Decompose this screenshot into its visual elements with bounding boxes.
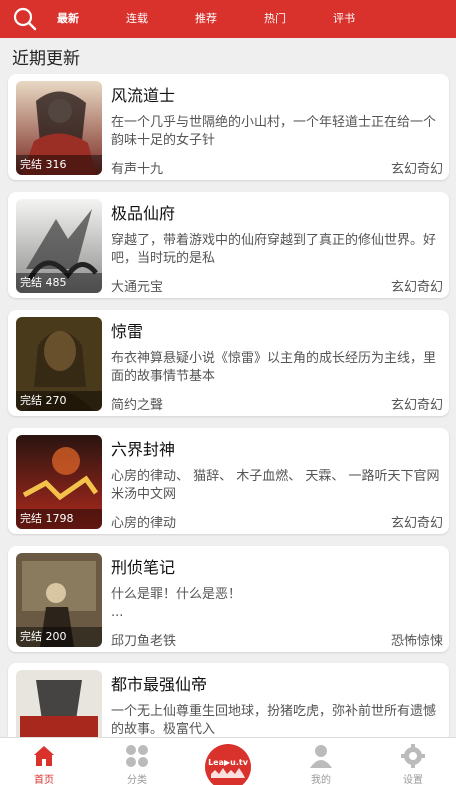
category-icon	[126, 745, 148, 767]
book-card[interactable]: 完结 1798 六界封神 心房的律动、 猫辞、 木子血燃、 天霖、 一路听天下官…	[8, 428, 449, 534]
book-cover[interactable]: 完结 316	[16, 81, 102, 175]
book-title: 惊雷	[111, 322, 144, 341]
tab-storytelling[interactable]: 评书	[333, 0, 355, 38]
nav-label: 分类	[127, 775, 147, 785]
book-title: 刑侦笔记	[111, 558, 176, 577]
top-navigation-bar: 最新 连载 推荐 热门 评书	[0, 0, 456, 38]
nav-label: 我的	[311, 775, 331, 785]
book-author: 心房的律动	[111, 516, 177, 531]
book-cover[interactable]: 完结 485	[16, 199, 102, 293]
book-genre: 恐怖惊悚	[390, 634, 443, 649]
book-card[interactable]: 完结 316 风流道士 在一个几乎与世隔绝的小山村，一个年轻道士正在给一个韵味十…	[8, 74, 449, 180]
search-icon[interactable]	[12, 6, 38, 32]
section-title: 近期更新	[12, 49, 80, 69]
book-title: 风流道士	[111, 86, 176, 105]
play-button-text: Lea▶u.tv	[208, 758, 248, 767]
book-genre: 玄幻奇幻	[390, 516, 443, 531]
book-description: 一个无上仙尊重生回地球，扮猪吃虎，弥补前世所有遗憾的故事。极富代入	[111, 704, 437, 737]
book-author: 简约之聲	[111, 398, 164, 413]
book-title: 极品仙府	[111, 204, 176, 223]
book-author: 大通元宝	[111, 280, 164, 295]
tab-hot[interactable]: 热门	[264, 0, 286, 38]
book-title: 都市最强仙帝	[111, 675, 208, 694]
tab-recommended[interactable]: 推荐	[195, 0, 217, 38]
book-description: 布衣神算悬疑小说《惊雷》以主角的成长经历为主线，里面的故事情节基本	[111, 351, 437, 384]
tab-serial[interactable]: 连载	[126, 0, 148, 38]
book-status: 完结 200	[16, 627, 102, 647]
nav-label: 首页	[34, 775, 54, 785]
book-genre: 玄幻奇幻	[390, 398, 443, 413]
nav-home[interactable]: 首页	[14, 738, 74, 785]
book-status: 完结 1798	[16, 509, 102, 529]
book-cover[interactable]: 完结 200	[16, 553, 102, 647]
book-status: 完结 316	[16, 155, 102, 175]
book-card[interactable]: 完结 270 惊雷 布衣神算悬疑小说《惊雷》以主角的成长经历为主线，里面的故事情…	[8, 310, 449, 416]
book-description: 心房的律动、 猫辞、 木子血燃、 天霖、 一路听天下官网米汤中文网	[111, 469, 440, 502]
nav-category[interactable]: 分类	[107, 738, 167, 785]
book-description: 什么是罪！什么是恶！ ...	[111, 587, 242, 620]
book-status: 完结 270	[16, 391, 102, 411]
book-cover[interactable]: 完结 270	[16, 317, 102, 411]
book-author: 有声十九	[111, 162, 164, 177]
play-button[interactable]: Lea▶u.tv	[205, 744, 251, 785]
book-card[interactable]: 完结 485 极品仙府 穿越了，带着游戏中的仙府穿越到了真正的修仙世界。好吧，当…	[8, 192, 449, 298]
book-description: 穿越了，带着游戏中的仙府穿越到了真正的修仙世界。好吧，当时玩的是私	[111, 233, 437, 266]
book-description: 在一个几乎与世隔绝的小山村，一个年轻道士正在给一个韵味十足的女子针	[111, 115, 437, 148]
book-author: 邱刀鱼老铁	[111, 634, 177, 649]
book-title: 六界封神	[111, 440, 176, 459]
nav-settings[interactable]: 设置	[383, 738, 443, 785]
book-status: 完结 485	[16, 273, 102, 293]
user-icon	[310, 745, 332, 768]
book-genre: 玄幻奇幻	[390, 162, 443, 177]
home-icon	[34, 746, 54, 766]
nav-profile[interactable]: 我的	[291, 738, 351, 785]
book-card[interactable]: 完结 200 刑侦笔记 什么是罪！什么是恶！ ... 邱刀鱼老铁 恐怖惊悚	[8, 546, 449, 652]
nav-label: 设置	[403, 775, 423, 785]
book-genre: 玄幻奇幻	[390, 280, 443, 295]
tab-latest[interactable]: 最新	[57, 0, 79, 38]
book-cover[interactable]: 完结 1798	[16, 435, 102, 529]
settings-icon	[401, 744, 425, 768]
